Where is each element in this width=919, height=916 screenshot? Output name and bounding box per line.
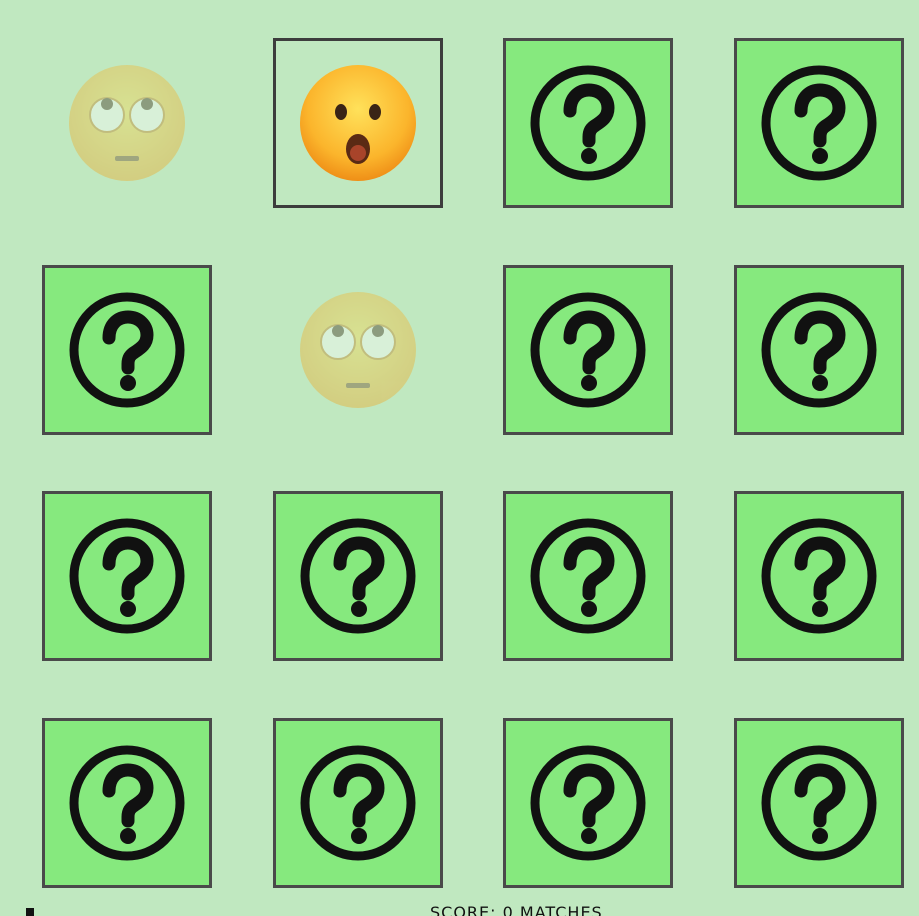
card-4-1[interactable] bbox=[42, 718, 212, 888]
question-mark-icon bbox=[761, 745, 877, 861]
card-1-1 bbox=[42, 38, 212, 208]
question-mark-icon bbox=[300, 518, 416, 634]
card-2-2 bbox=[273, 265, 443, 435]
question-mark-icon bbox=[761, 292, 877, 408]
card-4-2[interactable] bbox=[273, 718, 443, 888]
question-mark-icon bbox=[530, 65, 646, 181]
status-bar: SCORE: 0 MATCHES bbox=[0, 900, 919, 916]
card-1-2 bbox=[273, 38, 443, 208]
question-mark-icon bbox=[530, 518, 646, 634]
face-with-open-mouth-icon bbox=[300, 65, 416, 181]
card-2-1[interactable] bbox=[42, 265, 212, 435]
status-text: SCORE: 0 MATCHES bbox=[430, 903, 603, 916]
question-mark-icon bbox=[530, 745, 646, 861]
question-mark-icon bbox=[300, 745, 416, 861]
card-3-1[interactable] bbox=[42, 491, 212, 661]
card-2-4[interactable] bbox=[734, 265, 904, 435]
question-mark-icon bbox=[69, 292, 185, 408]
card-2-3[interactable] bbox=[503, 265, 673, 435]
question-mark-icon bbox=[530, 292, 646, 408]
card-4-3[interactable] bbox=[503, 718, 673, 888]
card-3-4[interactable] bbox=[734, 491, 904, 661]
question-mark-icon bbox=[69, 745, 185, 861]
card-3-2[interactable] bbox=[273, 491, 443, 661]
card-1-3[interactable] bbox=[503, 38, 673, 208]
question-mark-icon bbox=[69, 518, 185, 634]
memory-game-board bbox=[0, 0, 919, 916]
status-marker bbox=[26, 908, 34, 916]
card-1-4[interactable] bbox=[734, 38, 904, 208]
card-3-3[interactable] bbox=[503, 491, 673, 661]
question-mark-icon bbox=[761, 65, 877, 181]
card-4-4[interactable] bbox=[734, 718, 904, 888]
question-mark-icon bbox=[761, 518, 877, 634]
face-with-rolling-eyes-icon bbox=[300, 292, 416, 408]
face-with-rolling-eyes-icon bbox=[69, 65, 185, 181]
